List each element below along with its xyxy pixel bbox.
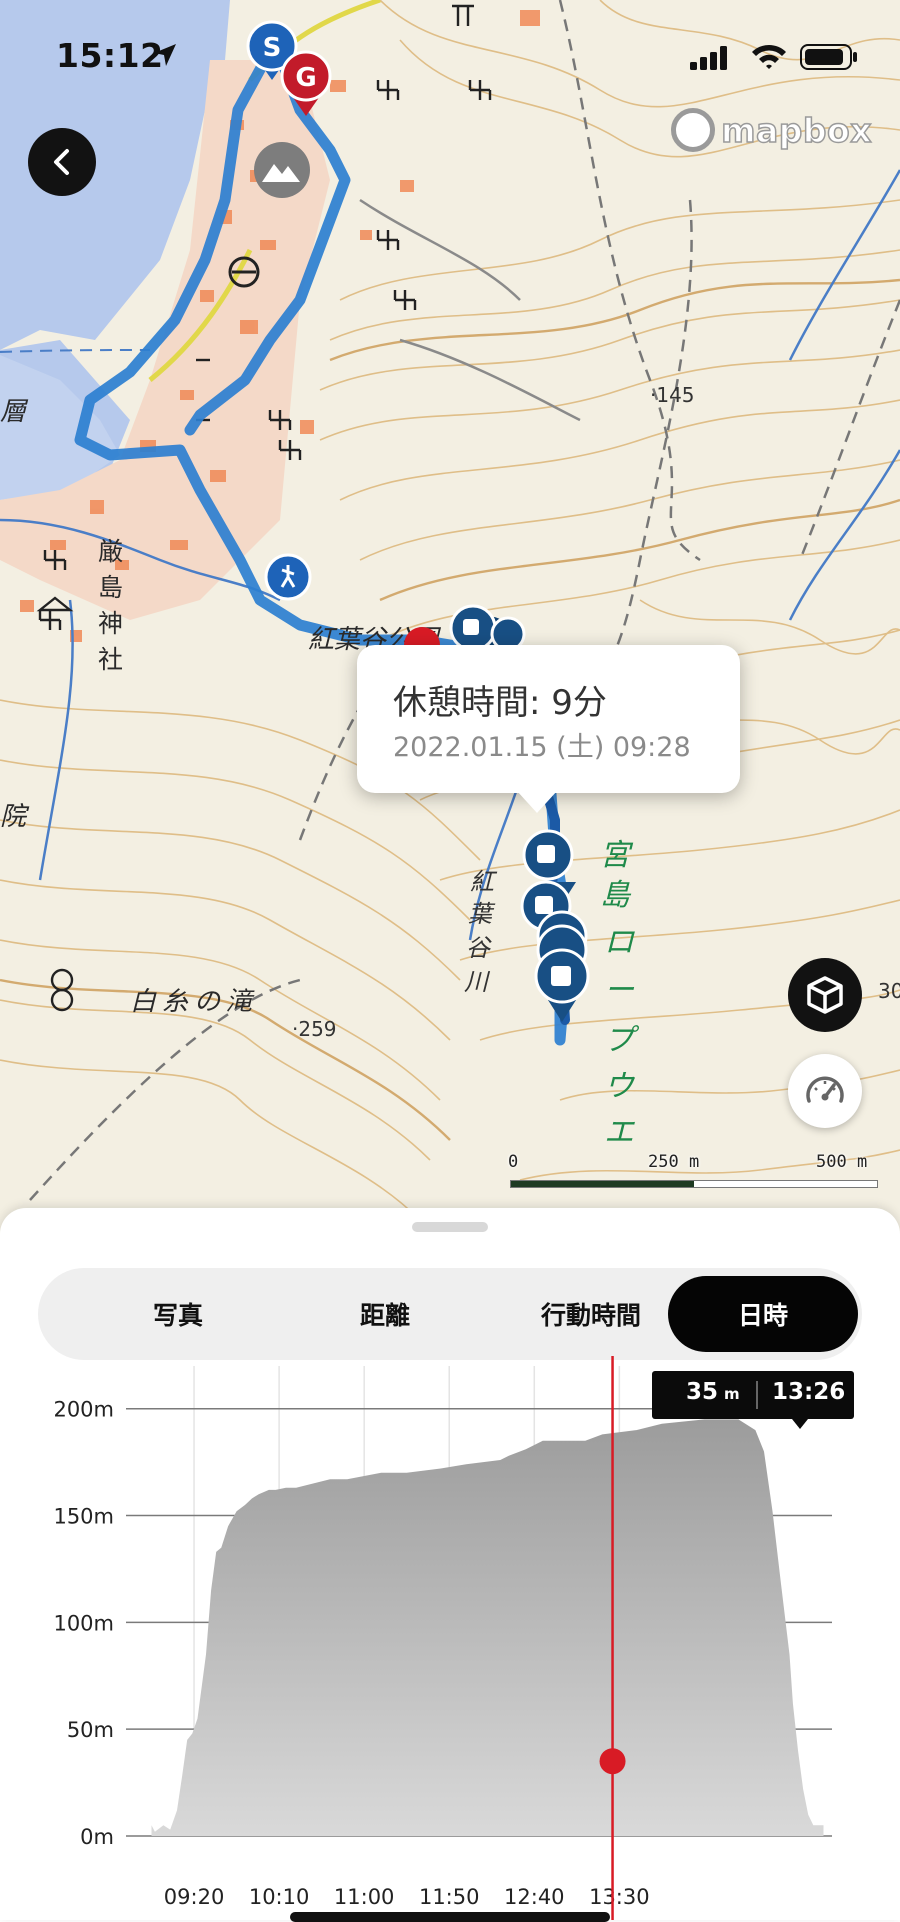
x-tick-label: 09:20 [164, 1885, 225, 1909]
tab-distance[interactable]: 距離 [290, 1276, 480, 1352]
map-view[interactable]: 厳 島 神 社 紅葉谷公園 白糸の滝 院 層 宮 島 ロ ー プ ウ エ 紅 葉… [0, 0, 900, 1240]
tab-photos[interactable]: 写真 [83, 1276, 273, 1352]
elevation-chart[interactable]: 0m 50m 100m 150m 200m 09:20 10:10 11:00 11:50 12… [0, 1356, 900, 1920]
svg-text:白糸の滝: 白糸の滝 [130, 987, 258, 1017]
map-scale: 0 250 m 500 m [508, 1152, 878, 1192]
chart-axis-segmented-control: 写真 距離 行動時間 日時 [38, 1268, 862, 1360]
y-tick-label: 150m [53, 1505, 114, 1529]
mapbox-logo-icon [671, 108, 716, 152]
x-tick-label: 11:00 [334, 1885, 395, 1909]
battery-icon [800, 44, 857, 70]
y-tick-label: 200m [53, 1398, 114, 1422]
status-time: 15:12 [56, 36, 164, 75]
cube-icon [807, 976, 843, 1014]
rest-info-popup[interactable]: 休憩時間: 9分 2022.01.15 (土) 09:28 [357, 645, 740, 813]
svg-text:院: 院 [0, 802, 30, 832]
tooltip-time: 13:26 [772, 1379, 846, 1405]
bottom-sheet: 写真 距離 行動時間 日時 0m 50m 100m 150m 200m 09:20 10:… [0, 1208, 900, 1920]
tab-active-time[interactable]: 行動時間 [496, 1276, 686, 1352]
chart-cursor-dot[interactable] [599, 1748, 626, 1775]
svg-text:エ: エ [604, 1115, 635, 1150]
svg-text:ー: ー [604, 973, 635, 1008]
svg-text:葉: 葉 [468, 900, 496, 928]
svg-text:谷: 谷 [466, 934, 492, 962]
svg-text:·259: ·259 [292, 1017, 337, 1041]
y-tick-label: 50m [67, 1718, 114, 1742]
tooltip-altitude: 35 [686, 1379, 719, 1405]
x-tick-label: 12:40 [504, 1885, 565, 1909]
elevation-area [151, 1419, 824, 1836]
speedometer-icon [806, 1076, 844, 1103]
svg-text:·145: ·145 [650, 383, 695, 407]
svg-text:30: 30 [878, 979, 900, 1003]
wifi-icon [752, 44, 786, 69]
svg-text:紅: 紅 [470, 868, 498, 896]
status-bar: 15:12 [0, 36, 900, 80]
rest-duration: 休憩時間: 9分 [393, 683, 607, 723]
3d-view-button[interactable] [788, 958, 862, 1032]
tooltip-unit: m [724, 1385, 740, 1403]
svg-text:ウ: ウ [604, 1069, 636, 1104]
y-tick-label: 100m [53, 1611, 114, 1635]
mapbox-logo: mapbox [671, 104, 872, 156]
home-indicator [290, 1912, 610, 1922]
x-tick-label: 11:50 [419, 1885, 480, 1909]
speedometer-button[interactable] [788, 1054, 862, 1128]
sheet-drag-handle[interactable] [412, 1222, 488, 1232]
chevron-left-icon [54, 149, 69, 175]
scale-bar [510, 1180, 878, 1188]
label-shrine-1: 厳 [98, 537, 123, 566]
topographic-map: 厳 島 神 社 紅葉谷公園 白糸の滝 院 層 宮 島 ロ ー プ ウ エ 紅 葉… [0, 0, 900, 1221]
svg-text:宮: 宮 [600, 838, 634, 873]
rest-datetime: 2022.01.15 (土) 09:28 [393, 732, 691, 763]
svg-text:プ: プ [604, 1023, 640, 1058]
tooltip-divider [756, 1381, 758, 1409]
cellular-signal-icon [690, 46, 727, 70]
tab-datetime[interactable]: 日時 [668, 1276, 858, 1352]
x-tick-label: 10:10 [249, 1885, 310, 1909]
svg-text:島: 島 [98, 573, 123, 602]
chart-cursor-tooltip: 35 m 13:26 [652, 1371, 854, 1429]
svg-text:島: 島 [600, 878, 632, 913]
svg-text:層: 層 [0, 397, 29, 427]
x-tick-label: 13:30 [589, 1885, 650, 1909]
svg-text:川: 川 [464, 968, 491, 996]
y-tick-label: 0m [80, 1825, 114, 1849]
svg-text:ロ: ロ [604, 925, 635, 960]
location-arrow-icon [154, 44, 176, 66]
svg-text:社: 社 [98, 645, 123, 674]
svg-text:神: 神 [98, 609, 123, 638]
back-button[interactable] [28, 128, 96, 196]
